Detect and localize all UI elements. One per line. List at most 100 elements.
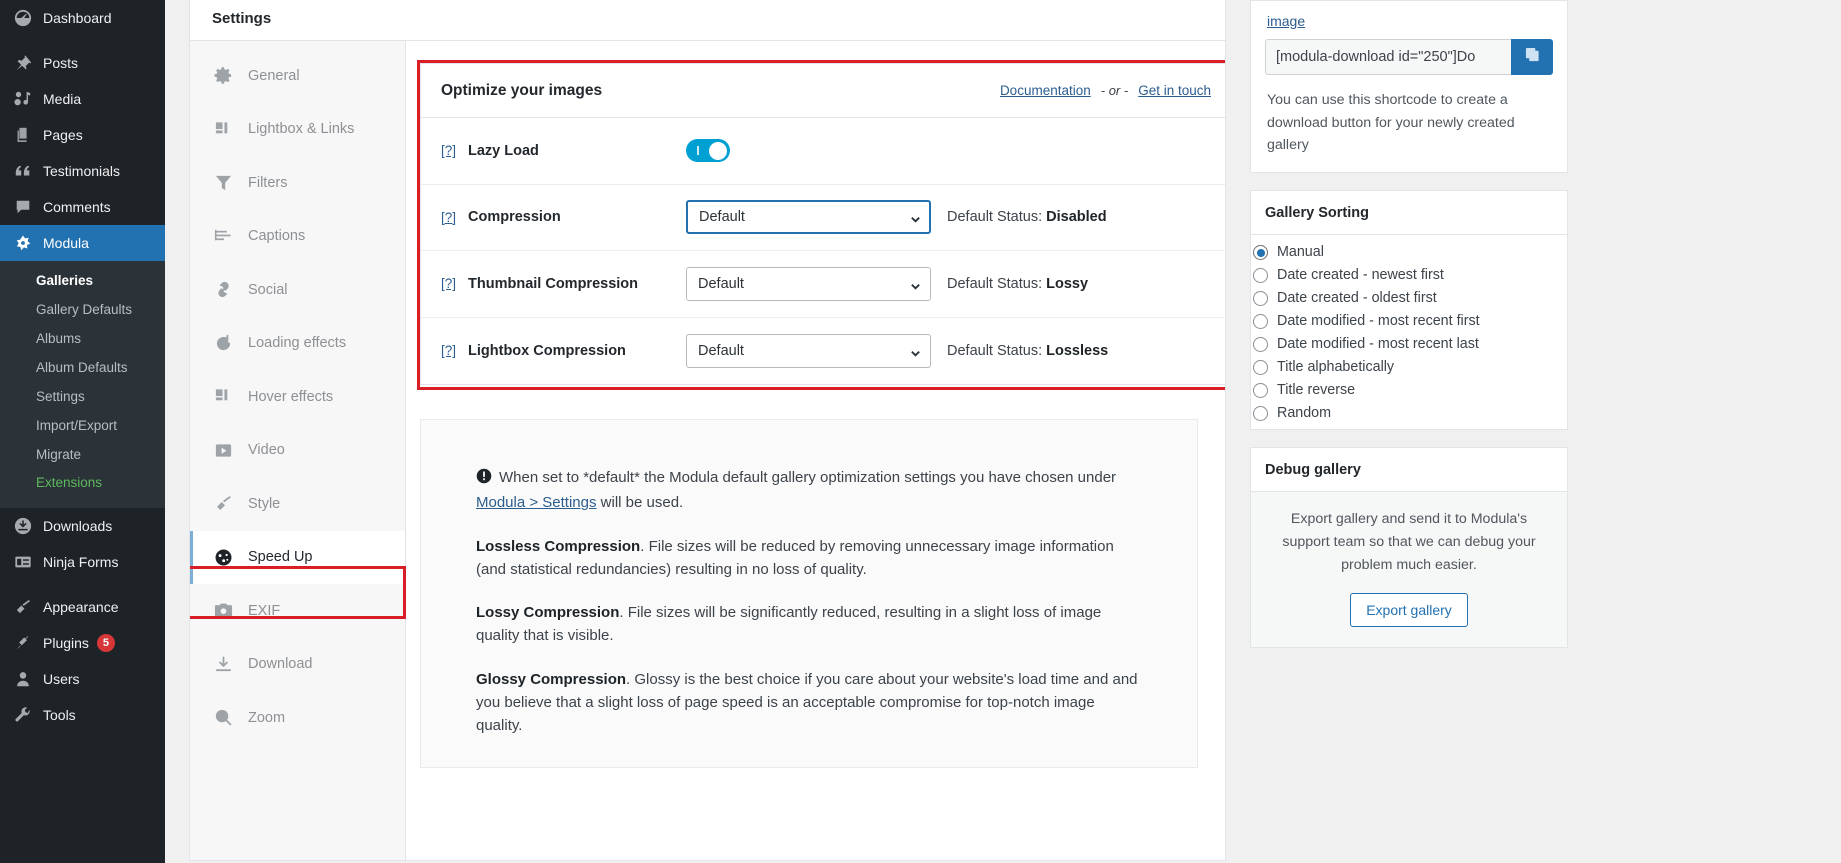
dashboard-icon	[12, 8, 34, 28]
sidebar-item-plugins[interactable]: Plugins 5	[0, 625, 165, 661]
shortcode-input[interactable]	[1265, 39, 1511, 75]
radio-indicator	[1253, 245, 1268, 260]
copy-shortcode-button[interactable]	[1511, 39, 1553, 75]
tab-lightbox-links[interactable]: Lightbox & Links	[190, 103, 405, 157]
sidebar-item-users[interactable]: Users	[0, 661, 165, 697]
setting-row-compression: [?] Compression Default	[421, 185, 1225, 252]
sidebar-item-modula[interactable]: Modula	[0, 225, 165, 261]
submenu-item-extensions[interactable]: Extensions	[0, 469, 165, 498]
help-icon[interactable]: [?]	[441, 210, 456, 225]
lazy-load-toggle[interactable]	[686, 139, 730, 162]
default-note: When set to *default* the Modula default…	[476, 466, 1145, 515]
download-icon	[212, 654, 234, 674]
sort-option-random[interactable]: Random	[1251, 402, 1567, 425]
submenu-item-album-defaults[interactable]: Album Defaults	[0, 354, 165, 383]
radio-indicator	[1253, 314, 1268, 329]
sidebar-item-label: Tools	[43, 708, 76, 722]
help-icon[interactable]: [?]	[441, 143, 456, 158]
sort-option-manual[interactable]: Manual	[1251, 241, 1567, 264]
lossy-paragraph: Lossy Compression. File sizes will be si…	[476, 601, 1145, 648]
sidebar-item-posts[interactable]: Posts	[0, 45, 165, 81]
sidebar-item-label: Dashboard	[43, 11, 112, 25]
tab-download[interactable]: Download	[190, 638, 405, 692]
form-icon	[12, 552, 34, 572]
shortcode-panel-body: image You can use this shortcode to crea…	[1251, 1, 1567, 172]
sidebar-item-label: Posts	[43, 56, 78, 70]
sidebar-item-media[interactable]: Media	[0, 81, 165, 117]
setting-row-lightbox-compression: [?] Lightbox Compression Default	[421, 318, 1225, 385]
sidebar-item-label: Appearance	[43, 600, 119, 614]
sort-option-title-alphabetically[interactable]: Title alphabetically	[1251, 356, 1567, 379]
sidebar-item-appearance[interactable]: Appearance	[0, 589, 165, 625]
brush-icon	[12, 597, 34, 617]
sidebar-item-tools[interactable]: Tools	[0, 697, 165, 733]
lightbox-compression-select[interactable]: Default	[686, 334, 931, 368]
modula-submenu: Galleries Gallery Defaults Albums Album …	[0, 261, 165, 508]
pin-icon	[12, 53, 34, 73]
help-icon[interactable]: [?]	[441, 276, 456, 291]
submenu-item-albums[interactable]: Albums	[0, 325, 165, 354]
sidebar-item-downloads[interactable]: Downloads	[0, 508, 165, 544]
sidebar-item-comments[interactable]: Comments	[0, 189, 165, 225]
radio-indicator	[1253, 268, 1268, 283]
user-icon	[12, 669, 34, 689]
status-prefix: Default Status:	[947, 209, 1042, 225]
tab-style[interactable]: Style	[190, 477, 405, 531]
status-value: Lossless	[1046, 343, 1108, 359]
submenu-item-import-export[interactable]: Import/Export	[0, 412, 165, 441]
submenu-item-gallery-defaults[interactable]: Gallery Defaults	[0, 296, 165, 325]
export-gallery-button[interactable]: Export gallery	[1350, 593, 1468, 627]
sidebar-item-ninja-forms[interactable]: Ninja Forms	[0, 544, 165, 580]
sidebar-item-testimonials[interactable]: Testimonials	[0, 153, 165, 189]
submenu-item-settings[interactable]: Settings	[0, 383, 165, 412]
tab-filters[interactable]: Filters	[190, 156, 405, 210]
sort-option-date-modified-recent-first[interactable]: Date modified - most recent first	[1251, 310, 1567, 333]
lightbox-compression-select-wrap: Default	[686, 334, 931, 368]
toggle-bar	[697, 146, 699, 155]
sort-option-date-created-oldest[interactable]: Date created - oldest first	[1251, 287, 1567, 310]
compression-select[interactable]: Default	[686, 200, 931, 234]
settings-tab-list: General Lightbox & Links Filters	[190, 41, 406, 860]
wordpress-admin-page: Dashboard Posts Media Pages Testim	[0, 0, 1841, 863]
gallery-sorting-title: Gallery Sorting	[1251, 191, 1567, 235]
link-separator: - or -	[1101, 83, 1128, 98]
tab-social[interactable]: Social	[190, 263, 405, 317]
thumbnail-compression-select[interactable]: Default	[686, 267, 931, 301]
pages-icon	[12, 125, 34, 145]
tab-video[interactable]: Video	[190, 424, 405, 478]
sidebar-item-label: Comments	[43, 200, 111, 214]
tab-hover-effects[interactable]: Hover effects	[190, 370, 405, 424]
submenu-item-migrate[interactable]: Migrate	[0, 441, 165, 470]
sidebar-item-dashboard[interactable]: Dashboard	[0, 0, 165, 36]
shortcode-panel: image You can use this shortcode to crea…	[1250, 0, 1568, 173]
sort-option-title-reverse[interactable]: Title reverse	[1251, 379, 1567, 402]
tab-loading-effects[interactable]: Loading effects	[190, 317, 405, 371]
status-prefix: Default Status:	[947, 276, 1042, 292]
tab-captions[interactable]: Captions	[190, 210, 405, 264]
sort-option-date-created-newest[interactable]: Date created - newest first	[1251, 264, 1567, 287]
tab-general[interactable]: General	[190, 49, 405, 103]
setting-row-lazy-load: [?] Lazy Load	[421, 118, 1225, 185]
compression-info-box: When set to *default* the Modula default…	[420, 419, 1198, 768]
tab-speed-up[interactable]: Speed Up	[190, 531, 405, 585]
documentation-link[interactable]: Documentation	[1000, 83, 1091, 98]
thumbnail-compression-status: Default Status: Lossy	[947, 276, 1088, 292]
setting-label: Thumbnail Compression	[468, 276, 638, 292]
thumbnail-compression-label-group: [?] Thumbnail Compression	[441, 276, 686, 292]
debug-gallery-panel: Debug gallery Export gallery and send it…	[1250, 447, 1568, 648]
status-prefix: Default Status:	[947, 343, 1042, 359]
shortcode-input-row	[1265, 39, 1553, 75]
help-icon[interactable]: [?]	[441, 343, 456, 358]
sidebar-item-pages[interactable]: Pages	[0, 117, 165, 153]
gallery-sorting-options: Manual Date created - newest first Date …	[1251, 235, 1567, 429]
image-link[interactable]: image	[1265, 13, 1553, 39]
tab-exif[interactable]: EXIF	[190, 584, 405, 638]
tab-label: EXIF	[248, 603, 280, 619]
modula-settings-link[interactable]: Modula > Settings	[476, 494, 597, 511]
tab-label: Zoom	[248, 710, 285, 726]
sort-option-date-modified-recent-last[interactable]: Date modified - most recent last	[1251, 333, 1567, 356]
glossy-paragraph: Glossy Compression. Glossy is the best c…	[476, 668, 1145, 738]
get-in-touch-link[interactable]: Get in touch	[1138, 83, 1211, 98]
tab-zoom[interactable]: Zoom	[190, 691, 405, 745]
submenu-item-galleries[interactable]: Galleries	[0, 267, 165, 296]
